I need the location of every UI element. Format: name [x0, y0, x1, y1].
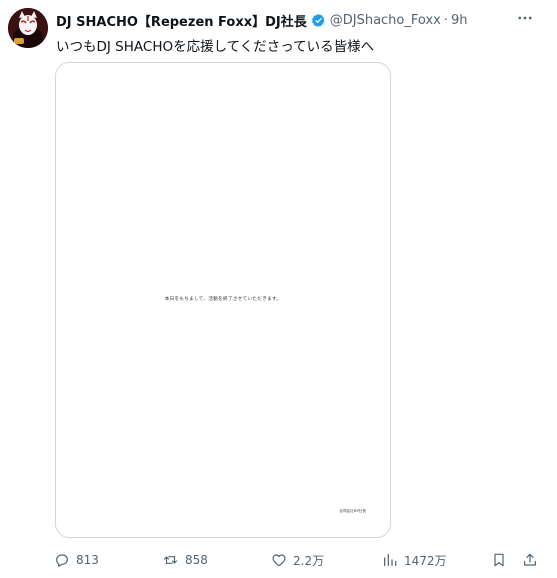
repost-count: 858: [185, 553, 208, 567]
tweet-text: いつもDJ SHACHOを応援してくださっている皆様へ: [56, 39, 375, 55]
like-count: 2.2万: [293, 553, 325, 568]
share-icon: [522, 552, 538, 568]
reply-button[interactable]: 813: [54, 549, 99, 571]
heart-icon: [271, 552, 287, 568]
share-button[interactable]: [522, 549, 538, 571]
tweet-media-image[interactable]: 本日をもちまして、活動を終了させていただきます。 合同会社RF社長: [55, 62, 391, 538]
views-chart-icon: [382, 552, 398, 568]
repost-icon: [162, 552, 179, 568]
tweet-timestamp[interactable]: 9h: [451, 13, 468, 28]
bookmark-button[interactable]: [491, 549, 507, 571]
reply-count: 813: [76, 553, 99, 567]
author-display-name[interactable]: DJ SHACHO【Repezen Foxx】DJ社長: [56, 11, 307, 30]
verified-badge-icon: [311, 13, 326, 28]
document-signature: 合同会社RF社長: [339, 509, 366, 513]
views-button[interactable]: 1472万: [382, 549, 447, 571]
more-horizontal-icon[interactable]: [515, 8, 535, 28]
reply-icon: [54, 552, 70, 568]
tweet: DJ SHACHO【Repezen Foxx】DJ社長 @DJShacho_Fo…: [0, 0, 557, 578]
bookmark-icon: [491, 552, 507, 568]
document-text: 本日をもちまして、活動を終了させていただきます。: [164, 297, 282, 302]
like-button[interactable]: 2.2万: [271, 549, 324, 571]
tweet-header: DJ SHACHO【Repezen Foxx】DJ社長 @DJShacho_Fo…: [56, 10, 547, 30]
avatar[interactable]: [8, 8, 48, 48]
header-separator: ·: [443, 12, 448, 28]
repost-button[interactable]: 858: [162, 549, 208, 571]
tweet-actions: 813 858 2.2万 1472万: [54, 549, 541, 571]
author-handle[interactable]: @DJShacho_Foxx: [330, 13, 441, 28]
views-count: 1472万: [404, 553, 447, 568]
avatar-image: [8, 8, 48, 48]
